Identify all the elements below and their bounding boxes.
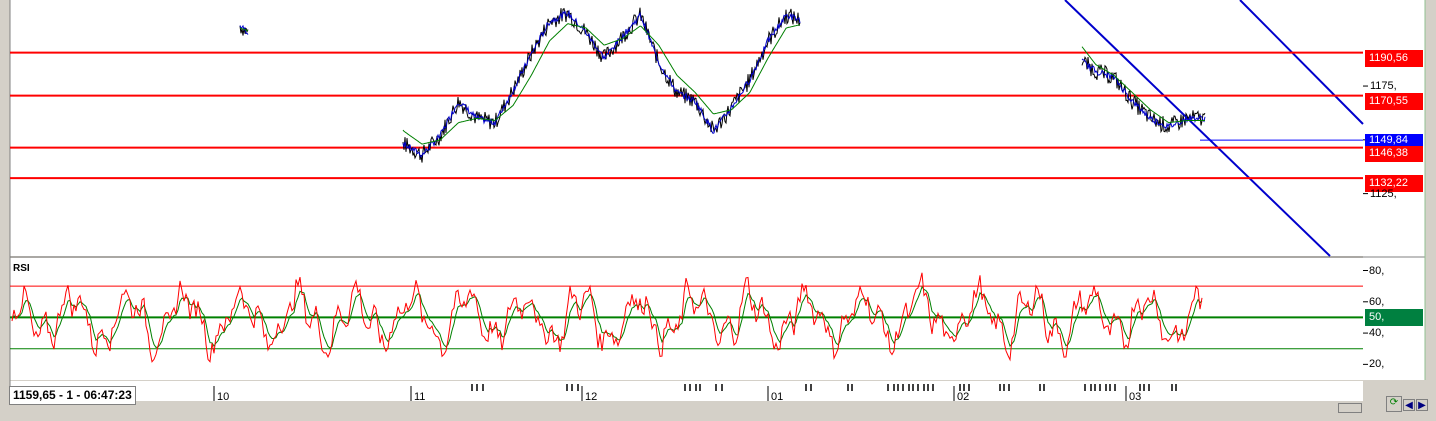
scroll-left-icon[interactable]: ◀ — [1403, 399, 1415, 411]
chart-canvas: 10 11 12 01 02 03 RSI — [9, 0, 1426, 403]
level-tag-2: 1146,38 — [1365, 144, 1423, 162]
time-tick-label-1: 11 — [414, 391, 425, 403]
rsi-panel-bg — [10, 258, 1363, 380]
level-tag-0: 1190,56 — [1365, 49, 1423, 67]
time-tick-label-3: 01 — [771, 391, 783, 403]
rsi-tick-label-1: 60, — [1369, 295, 1385, 308]
refresh-icon[interactable]: ⟳ — [1386, 396, 1402, 412]
rsi-tick-label-2: 40, — [1369, 327, 1385, 340]
price-tick-label-0: 1175, — [1370, 80, 1397, 93]
time-tick-label-0: 10 — [217, 391, 229, 403]
time-tick-label-5: 03 — [1129, 391, 1141, 403]
level-tag-1: 1170,55 — [1365, 92, 1423, 110]
price-panel-bg — [10, 0, 1363, 256]
rsi-layer — [10, 272, 1363, 363]
scroll-right-icon[interactable]: ▶ — [1416, 399, 1428, 411]
price-tick-label-2: 1125, — [1370, 187, 1397, 200]
time-axis-area — [10, 381, 1363, 401]
status-readout: 1159,65 - 1 - 06:47:23 — [9, 386, 136, 405]
rsi-tick-label-0: 80, — [1369, 264, 1385, 277]
rsi-title: RSI — [13, 263, 30, 274]
rsi-current-tag: 50, — [1365, 309, 1423, 327]
time-tick-label-4: 02 — [957, 391, 969, 403]
scroll-thumb[interactable] — [1338, 403, 1362, 413]
chart-window: 10 11 12 01 02 03 RSI 1159,65 - 1 - 06:47:23 … — [0, 0, 1436, 421]
current-price-tag: 1149,84 — [1365, 134, 1423, 147]
time-tick-label-2: 12 — [585, 391, 597, 403]
rsi-tick-label-3: 20, — [1369, 358, 1385, 371]
